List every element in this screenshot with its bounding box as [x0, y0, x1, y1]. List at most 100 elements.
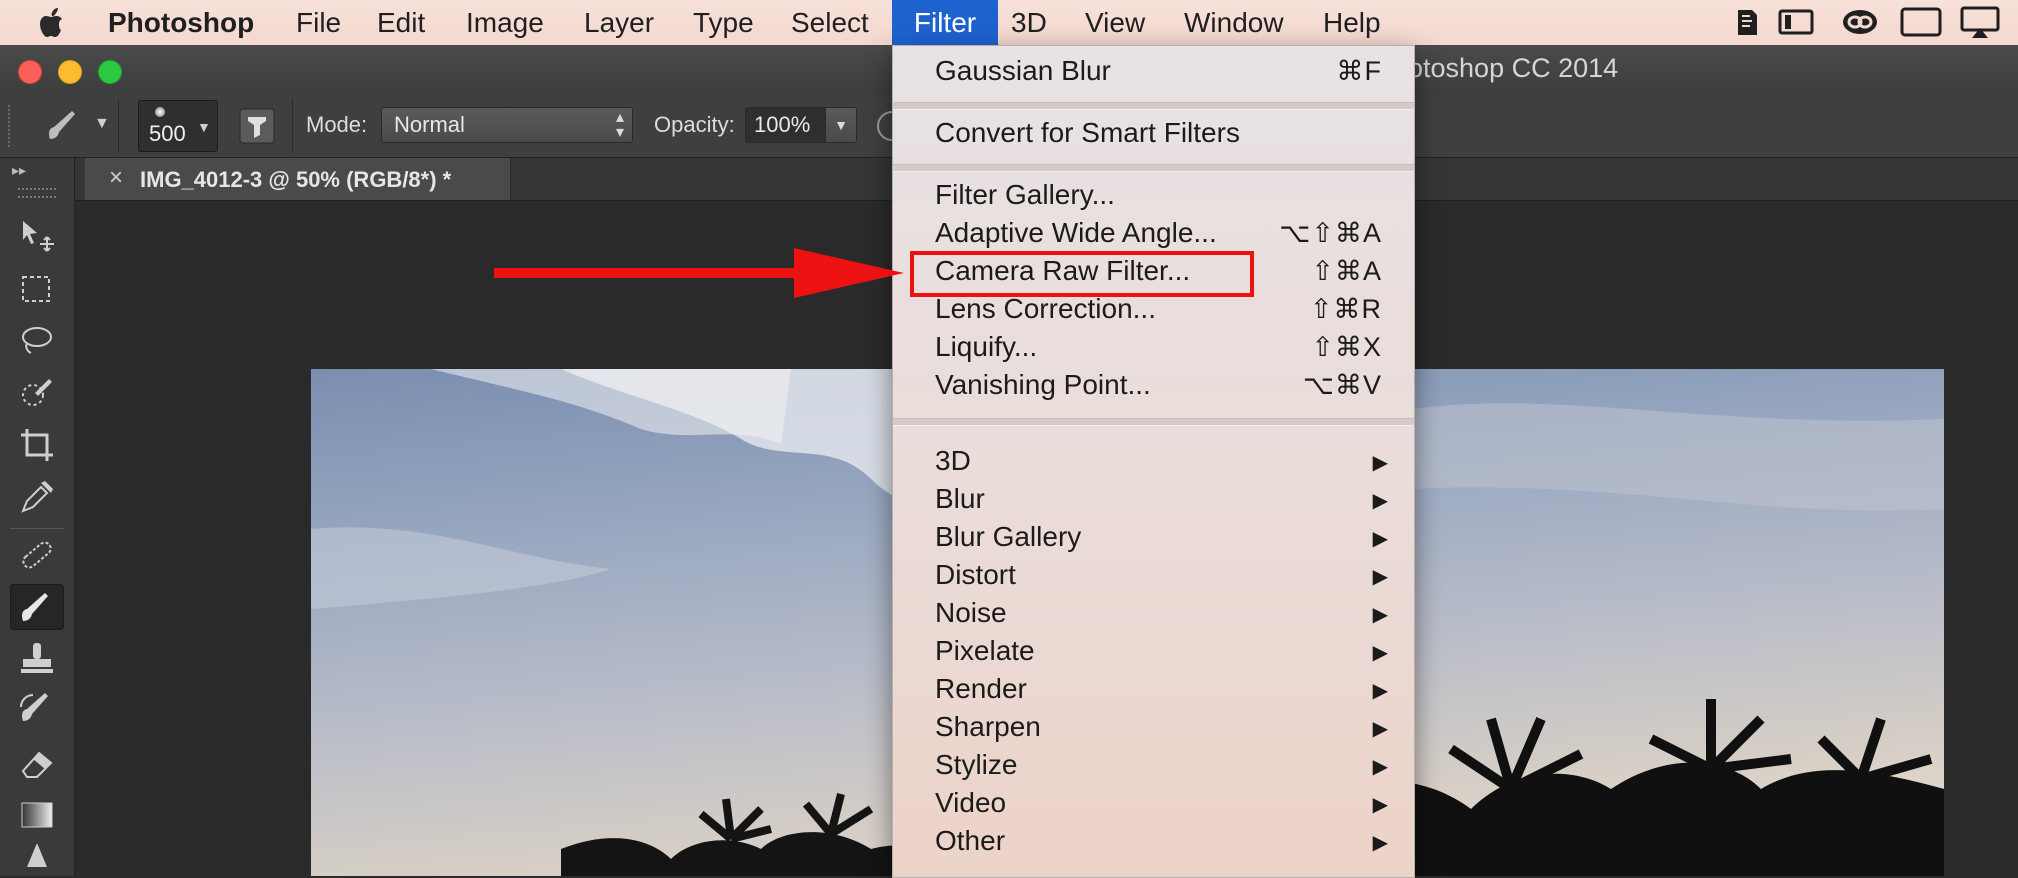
- submenu-render[interactable]: Render: [935, 673, 1027, 705]
- healing-brush-tool-icon[interactable]: [10, 532, 64, 578]
- brush-tip-icon: [155, 107, 165, 117]
- minimize-window-button[interactable]: [58, 60, 82, 84]
- submenu-arrow-icon: ▶: [1372, 832, 1388, 854]
- submenu-pixelate[interactable]: Pixelate: [935, 635, 1035, 667]
- submenu-distort[interactable]: Distort: [935, 559, 1016, 591]
- marquee-tool-icon[interactable]: [10, 266, 64, 312]
- menu-type[interactable]: Type: [693, 0, 754, 45]
- menu-separator: [893, 164, 1414, 172]
- submenu-arrow-icon: ▶: [1372, 566, 1388, 588]
- menu-separator: [893, 102, 1414, 110]
- brush-tool-icon[interactable]: [10, 584, 64, 630]
- menu-separator: [893, 418, 1414, 426]
- opacity-dropdown-arrow[interactable]: ▼: [825, 108, 856, 142]
- submenu-arrow-icon: ▶: [1372, 718, 1388, 740]
- menu-view[interactable]: View: [1085, 0, 1145, 45]
- submenu-video[interactable]: Video: [935, 787, 1006, 819]
- submenu-arrow-icon: ▶: [1372, 452, 1388, 474]
- menu-image[interactable]: Image: [466, 0, 544, 45]
- zoom-window-button[interactable]: [98, 60, 122, 84]
- eyedropper-tool-icon[interactable]: [10, 474, 64, 520]
- submenu-arrow-icon: ▶: [1372, 794, 1388, 816]
- crop-tool-icon[interactable]: [10, 422, 64, 468]
- brush-preset-dropdown-arrow[interactable]: ▼: [94, 115, 110, 133]
- brush-preset-icon[interactable]: [42, 105, 84, 152]
- move-tool-icon[interactable]: [10, 214, 64, 260]
- menu-item-filter-gallery[interactable]: Filter Gallery...: [935, 179, 1115, 211]
- shortcut-camera-raw-filter: ⇧⌘A: [1311, 256, 1382, 286]
- menu-3d[interactable]: 3D: [1011, 0, 1047, 45]
- tools-panel: ▸▸: [0, 158, 75, 876]
- mode-label: Mode:: [306, 112, 368, 137]
- menu-layer[interactable]: Layer: [584, 0, 654, 45]
- menu-help[interactable]: Help: [1323, 0, 1381, 45]
- history-brush-tool-icon[interactable]: [10, 688, 64, 734]
- mode-value: Normal: [394, 112, 465, 137]
- brush-panel-toggle-icon[interactable]: [238, 107, 276, 150]
- document-tab-title: IMG_4012-3 @ 50% (RGB/8*) *: [140, 167, 452, 192]
- submenu-blur[interactable]: Blur: [935, 483, 985, 515]
- opacity-value: 100%: [754, 112, 811, 137]
- creative-cloud-icon[interactable]: [1840, 4, 1880, 40]
- opacity-field[interactable]: 100% ▼: [745, 107, 857, 143]
- divider: [10, 528, 64, 529]
- mac-menu-bar: Photoshop File Edit Image Layer Type Sel…: [0, 0, 2018, 45]
- apple-icon[interactable]: [38, 0, 68, 45]
- brush-size-value: 500: [149, 121, 186, 146]
- menu-item-gaussian-blur[interactable]: Gaussian Blur: [935, 55, 1111, 87]
- menu-item-adaptive-wide-angle[interactable]: Adaptive Wide Angle...: [935, 217, 1217, 249]
- pen-tool-icon[interactable]: [10, 844, 64, 874]
- submenu-arrow-icon: ▶: [1372, 528, 1388, 550]
- gradient-tool-icon[interactable]: [10, 792, 64, 838]
- panel-grip[interactable]: [18, 188, 56, 198]
- menu-window[interactable]: Window: [1184, 0, 1284, 45]
- options-bar-grip[interactable]: [8, 105, 14, 147]
- submenu-sharpen[interactable]: Sharpen: [935, 711, 1041, 743]
- menu-edit[interactable]: Edit: [377, 0, 425, 45]
- mode-select[interactable]: Normal ▴ ▾: [381, 107, 633, 143]
- window-title: otoshop CC 2014: [1408, 53, 1619, 83]
- red-arrow-annotation-icon: [494, 248, 904, 298]
- quick-selection-tool-icon[interactable]: [10, 370, 64, 416]
- submenu-arrow-icon: ▶: [1372, 756, 1388, 778]
- dashboard-icon[interactable]: [1778, 4, 1814, 40]
- menu-item-convert-for-smart-filters[interactable]: Convert for Smart Filters: [935, 117, 1240, 149]
- divider: [292, 99, 293, 153]
- submenu-arrow-icon: ▶: [1372, 604, 1388, 626]
- highlight-box-camera-raw-filter: [910, 251, 1254, 297]
- eraser-tool-icon[interactable]: [10, 740, 64, 786]
- lasso-tool-icon[interactable]: [10, 318, 64, 364]
- menu-select[interactable]: Select: [791, 0, 869, 45]
- menu-item-liquify[interactable]: Liquify...: [935, 331, 1037, 363]
- filter-menu-dropdown: Gaussian Blur ⌘F Convert for Smart Filte…: [892, 45, 1415, 878]
- chevron-down-icon: ▼: [197, 119, 211, 135]
- submenu-other[interactable]: Other: [935, 825, 1005, 857]
- shortcut-liquify: ⇧⌘X: [1311, 332, 1382, 362]
- display-icon[interactable]: [1900, 4, 1942, 40]
- submenu-arrow-icon: ▶: [1372, 680, 1388, 702]
- submenu-noise[interactable]: Noise: [935, 597, 1007, 629]
- clone-stamp-tool-icon[interactable]: [10, 636, 64, 682]
- submenu-blur-gallery[interactable]: Blur Gallery: [935, 521, 1081, 553]
- menu-photoshop[interactable]: Photoshop: [108, 0, 254, 45]
- airplay-icon[interactable]: [1960, 4, 2000, 40]
- shortcut-adaptive-wide-angle: ⌥⇧⌘A: [1279, 218, 1382, 248]
- brush-size-picker[interactable]: 500 ▼: [138, 100, 218, 152]
- submenu-stylize[interactable]: Stylize: [935, 749, 1017, 781]
- shortcut-vanishing-point: ⌥⌘V: [1302, 370, 1382, 400]
- close-window-button[interactable]: [18, 60, 42, 84]
- shortcut-gaussian-blur: ⌘F: [1336, 56, 1382, 86]
- menu-item-lens-correction[interactable]: Lens Correction...: [935, 293, 1156, 325]
- submenu-arrow-icon: ▶: [1372, 490, 1388, 512]
- menu-file[interactable]: File: [296, 0, 341, 45]
- document-tab[interactable]: × IMG_4012-3 @ 50% (RGB/8*) *: [85, 158, 511, 200]
- close-tab-icon[interactable]: ×: [109, 164, 123, 192]
- updown-chevron-icon: ▴ ▾: [615, 109, 624, 141]
- menu-item-vanishing-point[interactable]: Vanishing Point...: [935, 369, 1151, 401]
- evernote-icon[interactable]: [1732, 4, 1762, 40]
- shortcut-lens-correction: ⇧⌘R: [1309, 294, 1382, 324]
- panel-collapse-icon[interactable]: ▸▸: [12, 162, 26, 179]
- menu-filter[interactable]: Filter: [892, 0, 998, 45]
- opacity-label: Opacity:: [654, 112, 735, 137]
- submenu-3d[interactable]: 3D: [935, 445, 971, 477]
